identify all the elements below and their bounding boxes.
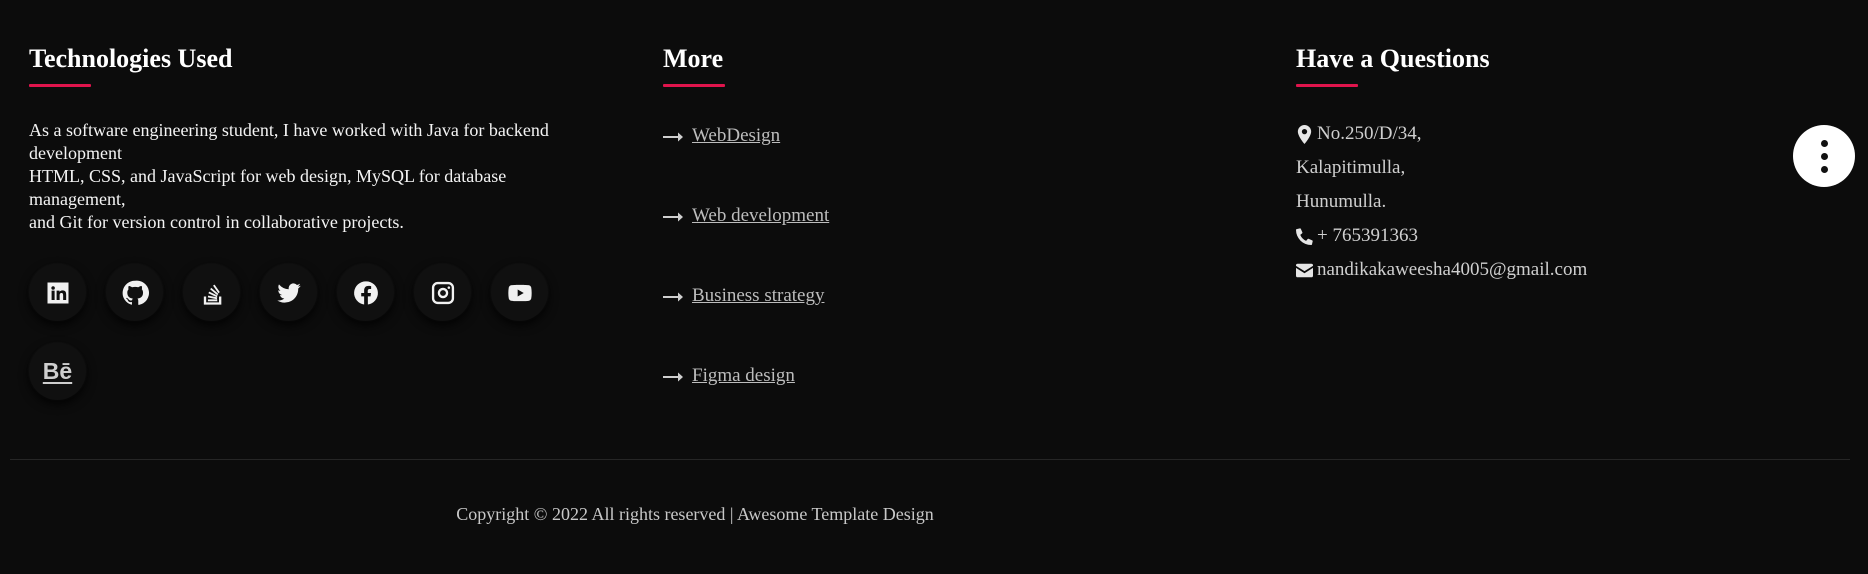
arrow-right-icon: [663, 290, 683, 302]
link-label[interactable]: WebDesign: [692, 125, 780, 147]
envelope-icon: [1296, 263, 1313, 277]
about-text: As a software engineering student, I hav…: [29, 119, 569, 234]
kebab-menu-icon: [1820, 139, 1828, 147]
arrow-right-icon: [663, 130, 683, 142]
github-icon: [122, 280, 149, 305]
github-link[interactable]: [106, 264, 163, 321]
about-line: and Git for version control in collabora…: [29, 212, 404, 232]
linkedin-icon: [47, 282, 68, 303]
link-label[interactable]: Business strategy: [692, 285, 824, 307]
instagram-icon: [431, 281, 454, 304]
copyright-text: Copyright © 2022 All rights reserved | A…: [456, 504, 934, 524]
youtube-link[interactable]: [491, 264, 548, 321]
email-row: nandikakaweesha4005@gmail.com: [1296, 253, 1796, 287]
footer-divider: [10, 459, 1850, 460]
more-options-button[interactable]: [1793, 125, 1855, 187]
behance-link[interactable]: Bē: [29, 343, 86, 400]
phone-row: + 765391363: [1296, 219, 1796, 253]
more-section: More WebDesign Web development Business …: [663, 40, 1063, 443]
address-line: Kalapitimulla,: [1296, 157, 1406, 178]
youtube-icon: [507, 284, 532, 301]
social-links: Bē: [29, 264, 589, 400]
instagram-link[interactable]: [414, 264, 471, 321]
facebook-link[interactable]: [337, 264, 394, 321]
stackoverflow-icon: [203, 284, 221, 305]
address-line: Hunumulla.: [1296, 191, 1387, 212]
contact-section: Have a Questions No.250/D/34, Kalapitimu…: [1296, 40, 1796, 287]
address-line: No.250/D/34,: [1317, 123, 1422, 144]
contact-heading: Have a Questions: [1296, 44, 1490, 73]
phone-number[interactable]: + 765391363: [1317, 219, 1418, 253]
technologies-section: Technologies Used As a software engineer…: [29, 40, 589, 400]
link-label[interactable]: Web development: [692, 205, 829, 227]
about-line: HTML, CSS, and JavaScript for web design…: [29, 166, 507, 209]
about-line: As a software engineering student, I hav…: [29, 120, 549, 163]
link-web-development[interactable]: Web development: [663, 203, 1063, 229]
heading-underline: [663, 84, 725, 87]
behance-icon: Bē: [42, 358, 73, 384]
twitter-icon: [276, 282, 301, 303]
linkedin-link[interactable]: [29, 264, 86, 321]
more-links: WebDesign Web development Business strat…: [663, 123, 1063, 389]
link-figma-design[interactable]: Figma design: [663, 363, 1063, 389]
phone-icon: [1296, 227, 1313, 245]
twitter-link[interactable]: [260, 264, 317, 321]
heading-underline: [29, 84, 91, 87]
stackoverflow-link[interactable]: [183, 264, 240, 321]
email-address[interactable]: nandikakaweesha4005@gmail.com: [1317, 253, 1587, 287]
arrow-right-icon: [663, 370, 683, 382]
kebab-dot: [1820, 152, 1828, 160]
contact-info: No.250/D/34, Kalapitimulla, Hunumulla. +…: [1296, 117, 1796, 287]
map-marker-icon: [1297, 124, 1312, 144]
link-business-strategy[interactable]: Business strategy: [663, 283, 1063, 309]
technologies-heading: Technologies Used: [29, 44, 233, 73]
address-row: No.250/D/34,: [1296, 117, 1796, 151]
heading-underline: [1296, 84, 1358, 87]
link-webdesign[interactable]: WebDesign: [663, 123, 1063, 149]
kebab-dot: [1820, 165, 1828, 173]
facebook-icon: [353, 280, 378, 305]
arrow-right-icon: [663, 210, 683, 222]
more-heading: More: [663, 44, 724, 73]
link-label[interactable]: Figma design: [692, 365, 795, 387]
